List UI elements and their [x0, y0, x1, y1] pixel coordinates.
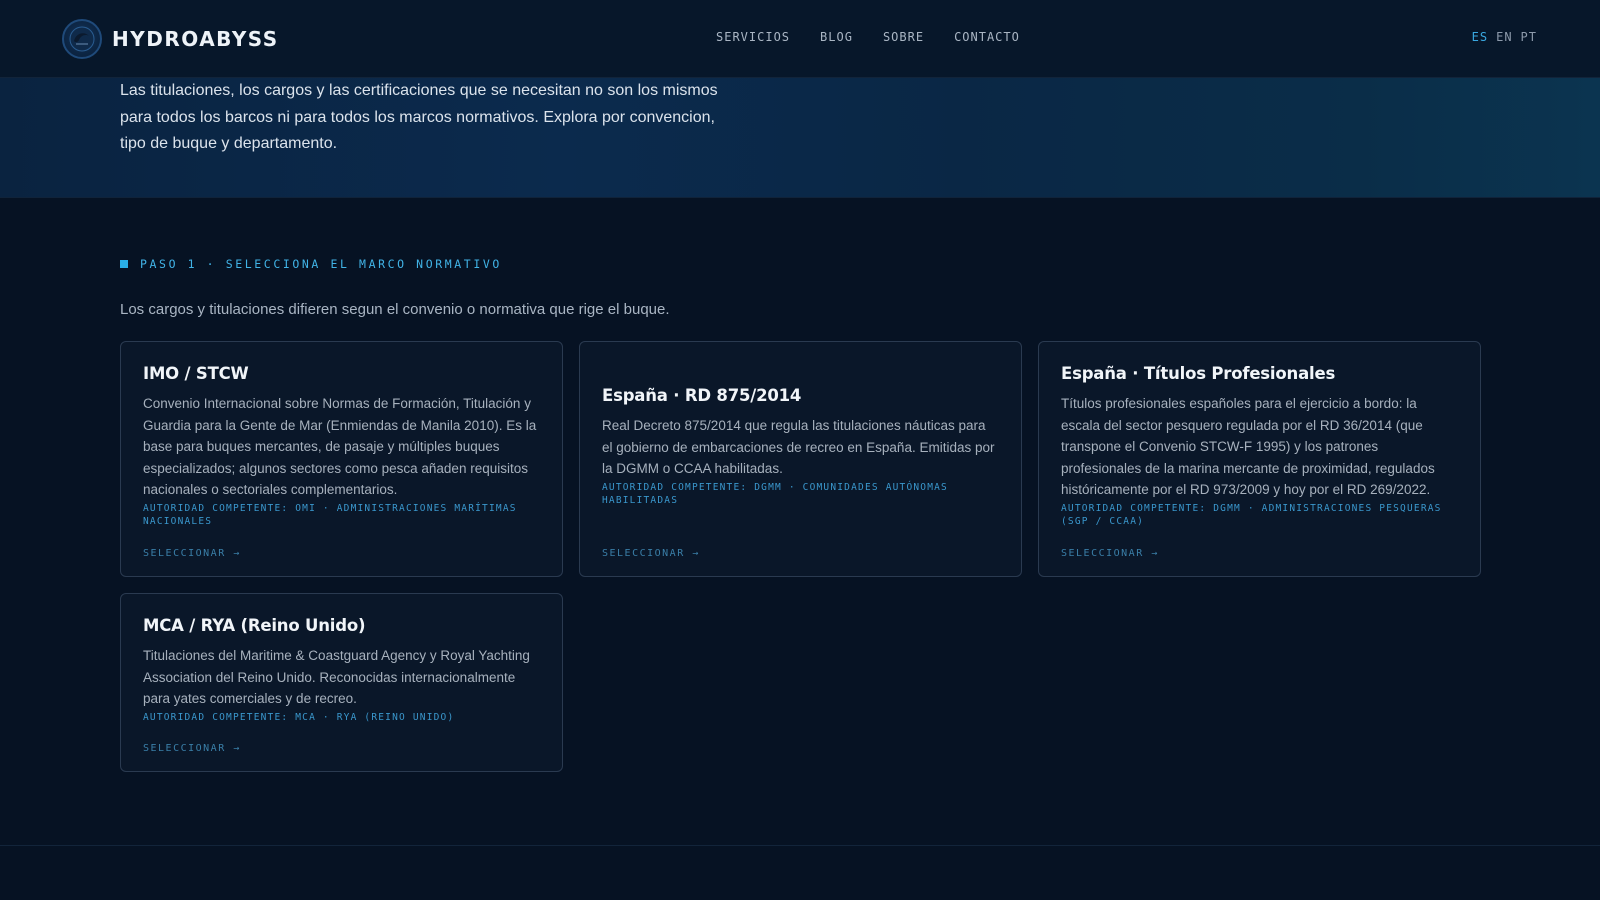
card-authority: AUTORIDAD COMPETENTE: DGMM · COMUNIDADES…: [602, 481, 948, 506]
card-authority: AUTORIDAD COMPETENTE: OMI · ADMINISTRACI…: [143, 502, 517, 527]
card-authority: AUTORIDAD COMPETENTE: MCA · RYA (REINO U…: [143, 711, 455, 723]
select-button[interactable]: SELECCIONAR →: [143, 743, 241, 754]
framework-card-titulos-profesionales[interactable]: España · Títulos Profesionales Títulos p…: [1038, 341, 1481, 577]
framework-card-mca-rya[interactable]: MCA / RYA (Reino Unido) Titulaciones del…: [120, 593, 563, 772]
nav-item-servicios[interactable]: SERVICIOS: [716, 30, 790, 44]
nav-item-contacto[interactable]: CONTACTO: [954, 30, 1020, 44]
top-navigation-bar: HYDROABYSS SERVICIOS BLOG SOBRE CONTACTO…: [0, 0, 1600, 78]
language-switcher: ES EN PT: [1464, 30, 1537, 44]
hero-section: Las titulaciones, los cargos y las certi…: [0, 78, 1600, 198]
card-description: Real Decreto 875/2014 que regula las tit…: [602, 418, 995, 476]
footer: [0, 846, 1600, 900]
brand-name: HYDROABYSS: [112, 27, 279, 51]
step-label: PASO 1 · SELECCIONA EL MARCO NORMATIVO: [140, 257, 502, 271]
framework-card-rd-875-2014[interactable]: España · RD 875/2014 Real Decreto 875/20…: [579, 341, 1022, 577]
select-button[interactable]: SELECCIONAR →: [1061, 548, 1159, 559]
hero-intro: Las titulaciones, los cargos y las certi…: [120, 82, 718, 152]
card-description: Titulaciones del Maritime & Coastguard A…: [143, 648, 530, 706]
card-title: IMO / STCW: [143, 364, 249, 383]
main-nav: SERVICIOS BLOG SOBRE CONTACTO: [716, 30, 1050, 44]
lang-en[interactable]: EN: [1496, 30, 1512, 44]
card-authority: AUTORIDAD COMPETENTE: DGMM · ADMINISTRAC…: [1061, 502, 1442, 527]
step-description: Los cargos y titulaciones difieren segun…: [120, 301, 670, 318]
card-title: MCA / RYA (Reino Unido): [143, 616, 366, 635]
brand[interactable]: HYDROABYSS: [62, 19, 279, 59]
nav-item-sobre[interactable]: SOBRE: [883, 30, 924, 44]
card-description: Títulos profesionales españoles para el …: [1061, 396, 1435, 497]
card-title: España · RD 875/2014: [602, 386, 802, 405]
brand-logo-icon: [62, 19, 102, 59]
step-marker-icon: [120, 260, 128, 268]
select-button[interactable]: SELECCIONAR →: [143, 548, 241, 559]
nav-item-blog[interactable]: BLOG: [820, 30, 853, 44]
lang-es[interactable]: ES: [1472, 30, 1488, 44]
card-description: Convenio Internacional sobre Normas de F…: [143, 396, 537, 497]
lang-pt[interactable]: PT: [1521, 30, 1537, 44]
card-title: España · Títulos Profesionales: [1061, 364, 1336, 383]
step-heading: PASO 1 · SELECCIONA EL MARCO NORMATIVO: [120, 257, 502, 271]
select-button[interactable]: SELECCIONAR →: [602, 548, 700, 559]
framework-card-imo-stcw[interactable]: IMO / STCW Convenio Internacional sobre …: [120, 341, 563, 577]
